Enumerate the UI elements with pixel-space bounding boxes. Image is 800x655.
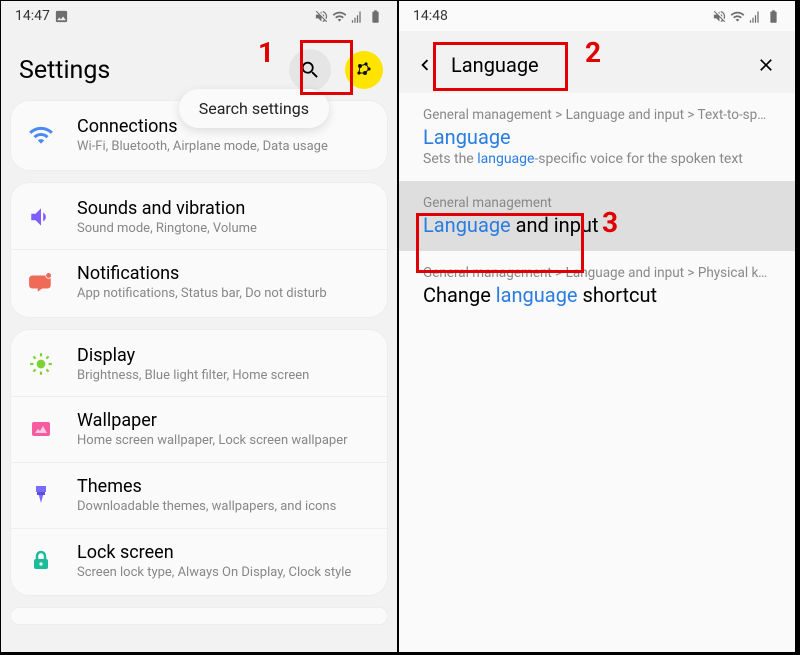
card-display: Display Brightness, Blue light filter, H… (11, 330, 387, 595)
list-item[interactable]: Lock screen Screen lock type, Always On … (11, 528, 387, 594)
search-result[interactable]: General management Language and input (399, 181, 795, 251)
search-result[interactable]: General management > Language and input … (399, 93, 795, 181)
status-icons (314, 9, 383, 24)
status-icons (712, 9, 781, 24)
row-title: Sounds and vibration (77, 198, 371, 219)
battery-icon (766, 9, 781, 24)
result-title: Change language shortcut (423, 283, 771, 307)
search-icon (299, 59, 321, 81)
row-sub: Brightness, Blue light filter, Home scre… (77, 368, 371, 384)
result-sub: Sets the language-specific voice for the… (423, 151, 771, 167)
card-cut (11, 608, 387, 624)
settings-list: Connections Wi-Fi, Bluetooth, Airplane m… (1, 101, 397, 641)
settings-header: Settings Search settings (1, 31, 397, 101)
list-item[interactable]: Notifications App notifications, Status … (11, 249, 387, 315)
page-title: Settings (19, 56, 281, 85)
row-sub: Downloadable themes, wallpapers, and ico… (77, 499, 371, 515)
search-header: Language (399, 31, 795, 93)
card-sounds-notif: Sounds and vibration Sound mode, Rington… (11, 183, 387, 317)
row-title: Display (77, 345, 371, 366)
row-sub: App notifications, Status bar, Do not di… (77, 286, 371, 302)
result-title: Language (423, 125, 771, 149)
search-tooltip: Search settings (179, 89, 329, 128)
row-title: Themes (77, 476, 371, 497)
row-sub: Wi-Fi, Bluetooth, Airplane mode, Data us… (77, 139, 371, 155)
themes-icon (27, 481, 55, 509)
phone-settings: 14:47 Settings Search settings (0, 0, 398, 653)
phone-search: 14:48 Language General management > Lang… (398, 0, 796, 653)
sound-icon (27, 203, 55, 231)
display-icon (27, 350, 55, 378)
result-path: General management > Language and input … (423, 107, 771, 123)
row-sub: Sound mode, Ringtone, Volume (77, 221, 371, 237)
wallpaper-icon (27, 416, 55, 444)
row-title: Wallpaper (77, 410, 371, 431)
status-bar: 14:47 (1, 1, 397, 31)
notification-icon (27, 268, 55, 296)
wifi-status-icon (730, 9, 745, 24)
profile-icon (352, 58, 376, 82)
result-title: Language and input (423, 213, 771, 237)
list-item[interactable]: Sounds and vibration Sound mode, Rington… (11, 185, 387, 250)
profile-button[interactable] (345, 51, 383, 89)
result-path: General management > Language and input … (423, 265, 771, 281)
status-bar: 14:48 (399, 1, 795, 31)
status-time: 14:48 (413, 8, 448, 24)
row-sub: Home screen wallpaper, Lock screen wallp… (77, 433, 371, 449)
search-result[interactable]: General management > Language and input … (399, 251, 795, 321)
clear-button[interactable] (751, 50, 781, 80)
wifi-icon (27, 121, 55, 149)
list-item[interactable]: Themes Downloadable themes, wallpapers, … (11, 462, 387, 528)
search-input[interactable]: Language (445, 53, 747, 77)
search-results: General management > Language and input … (399, 93, 795, 321)
list-item[interactable]: Display Brightness, Blue light filter, H… (11, 332, 387, 397)
lock-icon (27, 547, 55, 575)
row-title: Lock screen (77, 542, 371, 563)
image-notif-icon (54, 9, 69, 24)
back-button[interactable] (409, 49, 441, 81)
mute-icon (314, 9, 329, 24)
battery-icon (368, 9, 383, 24)
search-button[interactable] (289, 49, 331, 91)
mute-icon (712, 9, 727, 24)
result-path: General management (423, 195, 771, 211)
signal-icon (350, 9, 365, 24)
close-icon (756, 55, 776, 75)
chevron-left-icon (414, 54, 436, 76)
row-sub: Screen lock type, Always On Display, Clo… (77, 565, 371, 581)
list-item[interactable]: Wallpaper Home screen wallpaper, Lock sc… (11, 396, 387, 462)
status-time: 14:47 (15, 8, 50, 24)
signal-icon (748, 9, 763, 24)
row-title: Notifications (77, 263, 371, 284)
wifi-status-icon (332, 9, 347, 24)
